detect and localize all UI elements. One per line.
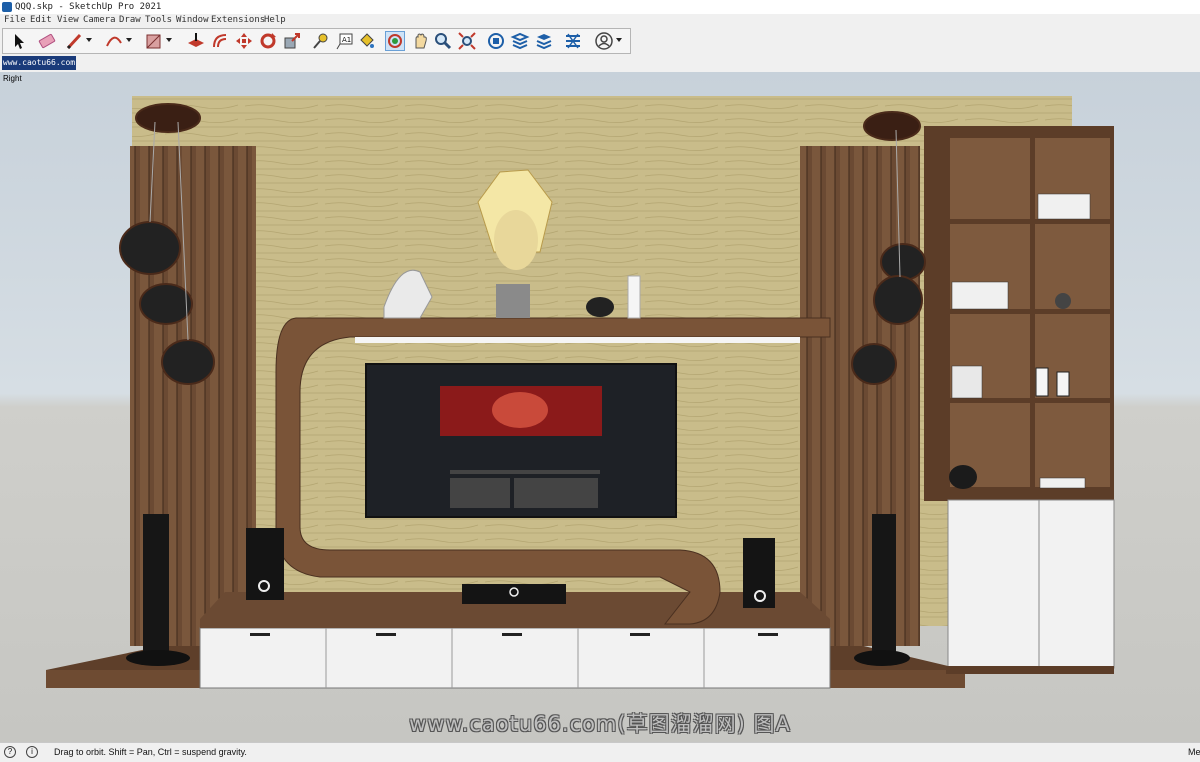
menu-extensions[interactable]: Extensions	[211, 14, 265, 27]
layout-icon[interactable]	[534, 31, 554, 51]
model-viewport[interactable]: Right www.caotu66.com(草图溜溜网) 图A	[0, 72, 1200, 742]
tape-measure-tool-icon[interactable]	[311, 31, 331, 51]
paint-bucket-tool-icon[interactable]	[357, 31, 377, 51]
chevron-down-icon[interactable]	[616, 38, 622, 42]
center-speaker	[462, 584, 566, 604]
vase	[627, 275, 641, 319]
offset-tool-icon[interactable]	[210, 31, 230, 51]
left-tower-speaker	[143, 514, 169, 659]
sketchup-app-icon	[2, 2, 12, 12]
chevron-down-icon[interactable]	[126, 38, 132, 42]
large-toolset-toolbar: A1	[0, 27, 1200, 56]
pan-tool-icon[interactable]	[410, 31, 430, 51]
scene-tabs-bar: www.caotu66.com	[0, 55, 1200, 72]
text-tool-icon[interactable]: A1	[335, 31, 355, 51]
menu-draw[interactable]: Draw	[119, 14, 141, 27]
menu-bar: File Edit View Camera Draw Tools Window …	[0, 14, 1200, 27]
zoom-extents-tool-icon[interactable]	[457, 31, 477, 51]
3d-warehouse-icon[interactable]	[486, 31, 506, 51]
pencil-line-tool-icon[interactable]	[64, 31, 92, 51]
info-icon[interactable]: i	[26, 746, 38, 758]
status-message: Drag to orbit. Shift = Pan, Ctrl = suspe…	[54, 747, 247, 757]
extension-manager-icon[interactable]	[563, 31, 583, 51]
window-title: QQQ.skp - SketchUp Pro 2021	[15, 2, 162, 12]
cabinet-doors	[947, 499, 1115, 669]
right-bookshelf-speaker	[743, 538, 775, 608]
rotate-tool-icon[interactable]	[258, 31, 278, 51]
right-slat-wall	[800, 146, 920, 646]
tv-console	[199, 627, 831, 689]
eraser-tool-icon[interactable]	[37, 31, 57, 51]
rectangle-tool-icon[interactable]	[144, 31, 172, 51]
scene-tab[interactable]: www.caotu66.com	[2, 56, 76, 70]
model-scene	[46, 96, 1115, 689]
menu-edit[interactable]: Edit	[30, 14, 52, 27]
chevron-down-icon[interactable]	[166, 38, 172, 42]
geolocation-icon[interactable]: ?	[4, 746, 16, 758]
title-bar: QQQ.skp - SketchUp Pro 2021	[0, 0, 1200, 14]
account-icon[interactable]	[594, 31, 622, 51]
zoom-tool-icon[interactable]	[433, 31, 453, 51]
move-tool-icon[interactable]	[234, 31, 254, 51]
arc-tool-icon[interactable]	[104, 31, 132, 51]
menu-tools[interactable]: Tools	[145, 14, 172, 27]
menu-file[interactable]: File	[4, 14, 26, 27]
menu-camera[interactable]: Camera	[83, 14, 116, 27]
extension-warehouse-icon[interactable]	[510, 31, 530, 51]
measurements-label: Me	[1188, 747, 1200, 757]
chevron-down-icon[interactable]	[86, 38, 92, 42]
left-bookshelf-speaker	[246, 528, 284, 600]
menu-view[interactable]: View	[57, 14, 79, 27]
svg-text:A1: A1	[342, 36, 351, 44]
orbit-tool-icon[interactable]	[385, 31, 405, 51]
menu-help[interactable]: Help	[264, 14, 286, 27]
status-bar: ? i Drag to orbit. Shift = Pan, Ctrl = s…	[0, 742, 1200, 762]
select-tool-icon[interactable]	[9, 31, 29, 51]
push-pull-tool-icon[interactable]	[186, 31, 206, 51]
right-tower-speaker	[872, 514, 896, 659]
watermark-text: www.caotu66.com(草图溜溜网) 图A	[409, 712, 791, 736]
scale-tool-icon[interactable]	[282, 31, 302, 51]
menu-window[interactable]: Window	[176, 14, 209, 27]
